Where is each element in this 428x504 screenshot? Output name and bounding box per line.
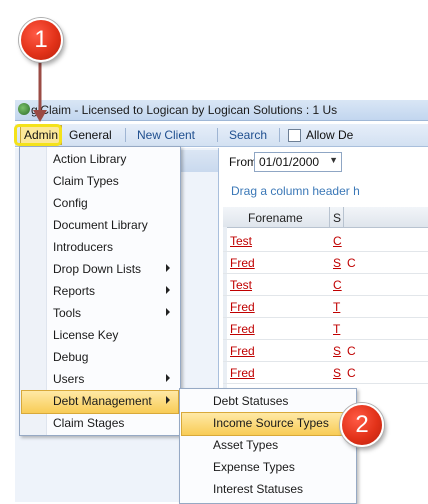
step-2-badge: 2 bbox=[340, 403, 384, 447]
step-1-badge: 1 bbox=[19, 18, 63, 62]
